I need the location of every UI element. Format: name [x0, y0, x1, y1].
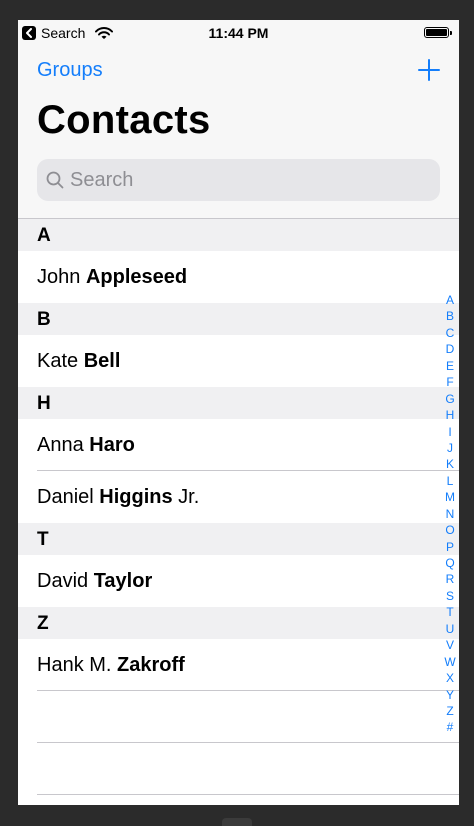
index-letter[interactable]: A: [446, 292, 454, 308]
navigation-header: Groups Contacts: [18, 48, 459, 219]
index-letter[interactable]: Q: [445, 555, 454, 571]
index-letter[interactable]: G: [445, 391, 454, 407]
index-letter[interactable]: U: [446, 621, 455, 637]
index-letter[interactable]: J: [447, 440, 453, 456]
device-home-nub: [222, 818, 252, 826]
status-bar: Search 11:44 PM: [18, 20, 459, 48]
index-letter[interactable]: L: [447, 473, 454, 489]
index-letter[interactable]: #: [447, 719, 454, 735]
plus-icon: [418, 59, 440, 81]
add-contact-button[interactable]: [417, 58, 441, 82]
contact-list[interactable]: A John Appleseed B Kate Bell H Anna Haro…: [18, 219, 459, 795]
contact-row[interactable]: John Appleseed: [18, 251, 459, 303]
index-letter[interactable]: N: [446, 506, 455, 522]
index-letter[interactable]: S: [446, 588, 454, 604]
contact-last-name: Haro: [89, 434, 135, 456]
index-letter[interactable]: W: [444, 654, 455, 670]
index-letter[interactable]: E: [446, 358, 454, 374]
contact-first-name: David: [37, 570, 89, 592]
status-time: 11:44 PM: [208, 25, 269, 41]
contact-first-name: John: [37, 266, 81, 288]
section-header-h: H: [18, 387, 459, 419]
index-letter[interactable]: H: [446, 407, 455, 423]
index-letter[interactable]: F: [446, 374, 453, 390]
contact-last-name: Appleseed: [85, 266, 188, 288]
battery-icon: [424, 27, 452, 38]
index-letter[interactable]: O: [445, 522, 454, 538]
contact-last-name: Bell: [83, 350, 121, 372]
contact-first-name: Anna: [37, 434, 84, 456]
section-header-z: Z: [18, 607, 459, 639]
index-letter[interactable]: Y: [446, 687, 454, 703]
index-letter[interactable]: I: [448, 424, 451, 440]
contact-row[interactable]: Kate Bell: [18, 335, 459, 387]
contact-suffix: Jr.: [178, 486, 200, 508]
contacts-screen: Search 11:44 PM Groups Contacts A: [18, 20, 459, 805]
section-header-b: B: [18, 303, 459, 335]
search-input[interactable]: [70, 168, 410, 192]
page-title: Contacts: [37, 98, 211, 142]
contact-first-name: Kate: [37, 350, 79, 372]
index-letter[interactable]: V: [446, 637, 454, 653]
index-letter[interactable]: X: [446, 670, 454, 686]
contact-first-name: Hank M.: [37, 654, 112, 676]
contact-last-name: Higgins: [99, 486, 173, 508]
section-header-t: T: [18, 523, 459, 555]
index-letter[interactable]: C: [446, 325, 455, 341]
index-letter[interactable]: T: [446, 604, 453, 620]
contact-last-name: Taylor: [93, 570, 153, 592]
contact-row[interactable]: Hank M. Zakroff: [18, 639, 459, 691]
index-letter[interactable]: R: [446, 571, 455, 587]
contact-row[interactable]: David Taylor: [18, 555, 459, 607]
contact-last-name: Zakroff: [117, 654, 185, 676]
index-letter[interactable]: P: [446, 539, 454, 555]
search-icon: [46, 171, 64, 189]
empty-row: [18, 691, 459, 743]
contact-row[interactable]: Anna Haro: [18, 419, 459, 471]
groups-button[interactable]: Groups: [37, 59, 103, 82]
index-letter[interactable]: Z: [446, 703, 453, 719]
index-letter[interactable]: M: [445, 489, 455, 505]
index-letter[interactable]: D: [446, 341, 455, 357]
empty-row: [18, 743, 459, 795]
index-letter[interactable]: B: [446, 308, 454, 324]
contact-first-name: Daniel: [37, 486, 94, 508]
section-index-bar[interactable]: A B C D E F G H I J K L M N O P Q R S T U V W X Y Z #: [442, 292, 458, 736]
search-bar[interactable]: [37, 159, 440, 201]
index-letter[interactable]: K: [446, 456, 454, 472]
section-header-a: A: [18, 219, 459, 251]
contact-row[interactable]: Daniel Higgins Jr.: [18, 471, 459, 523]
